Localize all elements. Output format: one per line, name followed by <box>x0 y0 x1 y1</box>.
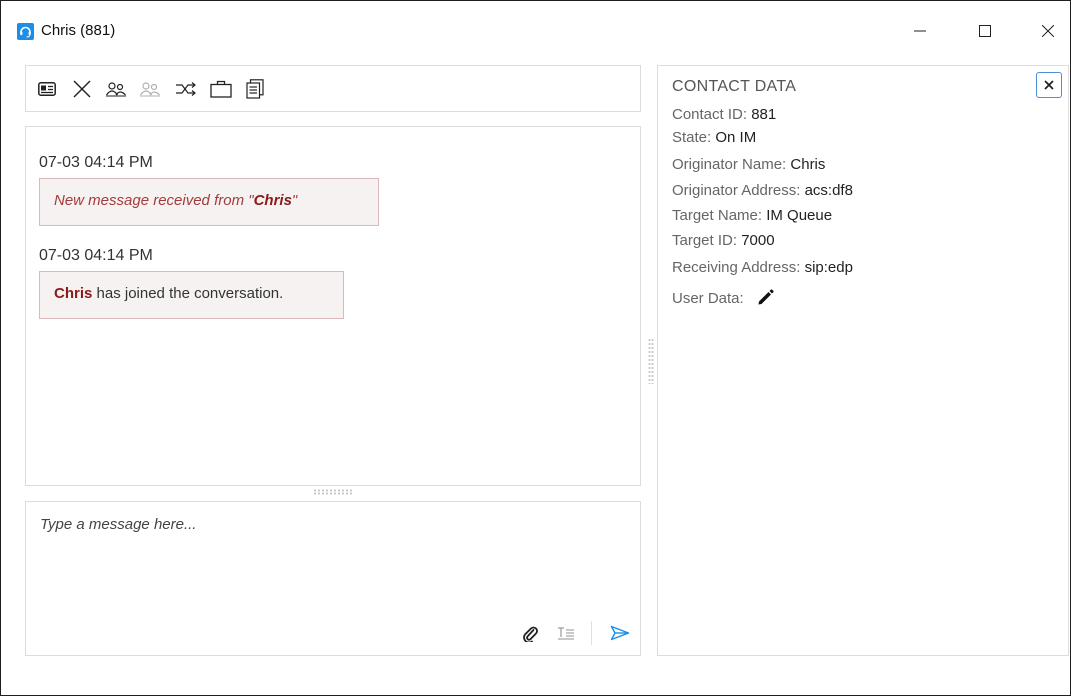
status-bar <box>1 669 1070 695</box>
system-message: New message received from "Chris" <box>39 178 379 226</box>
message-timestamp: 07-03 04:14 PM <box>39 247 153 264</box>
transfer-icon[interactable] <box>105 78 127 100</box>
field-label: Originator Address: <box>672 182 801 199</box>
route-icon[interactable] <box>175 78 197 100</box>
originator-address-field: Originator Address: acs:df8 <box>672 182 853 199</box>
end-chat-icon[interactable] <box>71 78 93 100</box>
field-label: State: <box>672 129 712 146</box>
contact-id-field: Contact ID: 881 <box>672 106 776 123</box>
message-text: New message received from " <box>54 192 254 209</box>
close-icon <box>1042 25 1054 37</box>
sender-name: Chris <box>253 192 292 209</box>
field-value: Chris <box>790 156 826 173</box>
field-label: Target ID: <box>672 232 738 249</box>
contact-data-title: CONTACT DATA <box>672 78 797 95</box>
user-data-field: User Data: <box>672 288 774 310</box>
vertical-splitter-handle[interactable] <box>648 338 654 384</box>
sender-name: Chris <box>54 285 93 302</box>
contact-card-icon[interactable] <box>36 78 58 100</box>
close-contact-data-button[interactable] <box>1036 72 1062 98</box>
field-value: IM Queue <box>766 207 833 224</box>
close-icon <box>1044 80 1054 90</box>
field-label: User Data: <box>672 289 744 307</box>
message-timestamp: 07-03 04:14 PM <box>39 154 153 171</box>
chat-transcript[interactable]: 07-03 04:14 PM New message received from… <box>25 126 641 486</box>
horizontal-splitter-handle[interactable] <box>313 489 353 495</box>
system-message: Chris has joined the conversation. <box>39 271 344 319</box>
field-label: Receiving Address: <box>672 259 801 276</box>
message-composer[interactable]: Type a message here... <box>25 501 641 656</box>
message-input[interactable]: Type a message here... <box>40 516 196 533</box>
title-bar: Chris (881) <box>1 1 1070 59</box>
close-window-button[interactable] <box>1025 15 1071 47</box>
state-field: State: On IM <box>672 129 756 146</box>
field-label: Contact ID: <box>672 106 748 123</box>
field-label: Originator Name: <box>672 156 787 173</box>
chat-toolbar <box>25 65 641 112</box>
contact-data-panel: CONTACT DATA Contact ID: 881 State: On I… <box>657 65 1069 656</box>
conference-icon <box>139 78 161 100</box>
maximize-button[interactable] <box>962 15 1008 47</box>
attach-icon[interactable] <box>519 622 541 644</box>
target-id-field: Target ID: 7000 <box>672 232 775 249</box>
copy-icon[interactable] <box>244 78 266 100</box>
text-format-icon[interactable] <box>555 622 577 644</box>
briefcase-icon[interactable] <box>210 78 232 100</box>
originator-name-field: Originator Name: Chris <box>672 156 825 173</box>
field-value: sip:edp <box>804 259 853 276</box>
field-label: Target Name: <box>672 207 763 224</box>
minimize-icon <box>914 30 926 32</box>
divider <box>591 621 592 645</box>
message-text: " <box>291 192 298 209</box>
field-value: acs:df8 <box>804 182 853 199</box>
chat-window: Chris (881) 07-03 04:14 PM New message r… <box>0 0 1071 696</box>
field-value: On IM <box>715 129 757 146</box>
window-title: Chris (881) <box>41 22 116 39</box>
edit-pencil-icon[interactable] <box>756 288 774 310</box>
send-icon[interactable] <box>609 622 631 644</box>
maximize-icon <box>979 25 991 37</box>
field-value: 7000 <box>741 232 775 249</box>
field-value: 881 <box>751 106 777 123</box>
message-text: has joined the conversation. <box>92 285 284 302</box>
receiving-address-field: Receiving Address: sip:edp <box>672 259 853 276</box>
target-name-field: Target Name: IM Queue <box>672 207 832 224</box>
minimize-button[interactable] <box>897 15 943 47</box>
headset-icon <box>17 23 34 40</box>
